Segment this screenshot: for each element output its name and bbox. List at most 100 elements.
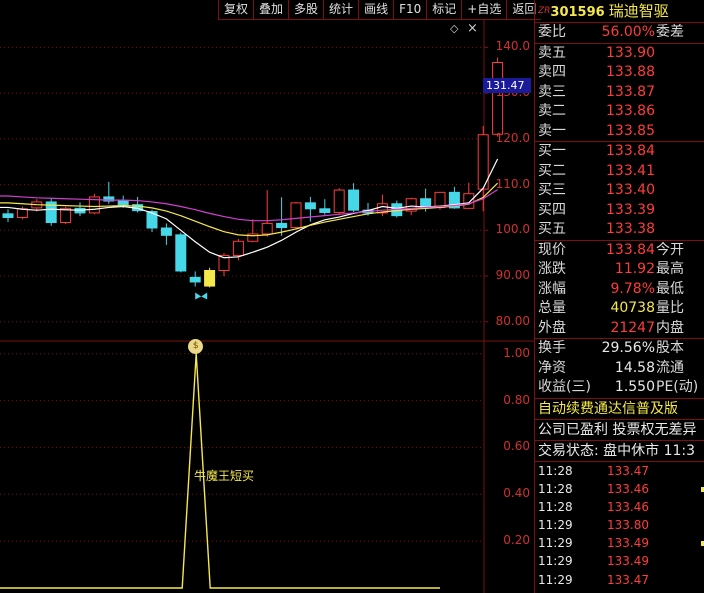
- quote-row: 外盘 21247 内盘: [535, 319, 704, 339]
- candle-body: [175, 234, 187, 272]
- tick-row: 11:29 133.80: [535, 516, 704, 534]
- candle-body: [290, 202, 302, 229]
- toolbar-button[interactable]: 统计: [323, 0, 359, 20]
- row-label: 卖二: [538, 103, 566, 119]
- row-value: 21247: [610, 319, 655, 336]
- row-label: 卖一: [538, 122, 566, 139]
- row-label: 卖四: [538, 64, 566, 80]
- row-label2: 内盘: [656, 319, 684, 336]
- toolbar-button[interactable]: 标记: [426, 0, 462, 20]
- tick-row: 11:29 133.49: [535, 534, 704, 552]
- quote-row: 涨跌 11.92 最高: [535, 260, 704, 280]
- indicator-tick-label: 0.80: [503, 392, 530, 407]
- row-value: 133.84: [606, 143, 655, 159]
- row-value: 133.41: [606, 162, 655, 179]
- candle-body: [117, 200, 129, 206]
- tick-time: 11:28: [538, 463, 573, 478]
- toolbar-button[interactable]: 多股: [288, 0, 324, 20]
- close-icon[interactable]: ×: [467, 21, 478, 36]
- tick-time: 11:29: [538, 518, 573, 533]
- tick-row: 11:29 133.49: [535, 552, 704, 570]
- candle-body: [16, 208, 28, 218]
- row-label: 总量: [538, 300, 566, 316]
- row-label2: 量比: [656, 300, 684, 316]
- quote-row: 涨幅 9.78% 最低: [535, 280, 704, 300]
- stock-header: ZR301596 瑞迪智驱: [535, 0, 704, 23]
- toolbar-button[interactable]: +自选: [461, 0, 507, 20]
- row-label: 买四: [538, 201, 566, 218]
- tick-list[interactable]: 11:28 133.47 11:28 133.46 11:28 133.46 11:29 13…: [535, 462, 704, 593]
- tick-time: 11:29: [538, 554, 573, 569]
- tick-row: 11:28 133.47: [535, 462, 704, 480]
- weibi-label: 委比: [538, 24, 566, 40]
- kline-chart[interactable]: [0, 0, 534, 593]
- quote-list: 现价 133.84 今开 涨跌 11.92 最高 涨幅 9.78% 最低 总量 40738 量比 外盘 2…: [535, 241, 704, 339]
- tick-time: 11:29: [538, 572, 573, 587]
- signal-label: 牛魔王短买: [194, 469, 255, 483]
- row-label: 卖五: [538, 44, 566, 61]
- tick-price: 133.46: [607, 589, 649, 593]
- row-label: 外盘: [538, 319, 566, 336]
- row-label: 买二: [538, 162, 566, 179]
- stock-code: 301596: [550, 5, 605, 20]
- candle-body: [2, 213, 14, 218]
- quote-row: 总量 40738 量比: [535, 299, 704, 319]
- row-value: 133.38: [606, 221, 655, 237]
- weicha-label: 委差: [656, 24, 684, 40]
- ask-row: 卖四 133.88: [535, 63, 704, 83]
- indicator-tick-label: 0.20: [503, 533, 530, 548]
- candle-body: [189, 276, 201, 283]
- price-tick-label: 90.00: [495, 268, 530, 282]
- last-price-tag: 131.47: [483, 78, 531, 93]
- tick-time: 11:29: [538, 536, 573, 551]
- money-bag-icon: $: [188, 338, 204, 354]
- row-label: 净资: [538, 359, 566, 376]
- tick-price: 133.49: [607, 554, 649, 569]
- tick-row: 11:28 133.46: [535, 480, 704, 498]
- price-tick-label: 100.0: [495, 222, 530, 237]
- row-label2: 最高: [656, 261, 684, 277]
- toolbar-button[interactable]: 叠加: [253, 0, 289, 20]
- bid-row: 买一 133.84: [535, 142, 704, 162]
- trade-status: 交易状态: 盘中休市 11:3: [535, 441, 704, 462]
- row-label2: 股本: [656, 340, 684, 356]
- candle-body: [204, 270, 216, 287]
- toolbar-button[interactable]: 复权: [218, 0, 254, 20]
- ask-row: 卖三 133.87: [535, 83, 704, 103]
- bid-row: 买三 133.40: [535, 181, 704, 201]
- ask-row: 卖五 133.90: [535, 44, 704, 64]
- news-item[interactable]: 自动续费通达信普及版: [535, 399, 704, 420]
- indicator-tick-label: 1.00: [503, 345, 530, 360]
- row-label2: 流通: [656, 359, 684, 376]
- row-value: 133.88: [606, 64, 655, 80]
- row-label: 涨幅: [538, 280, 566, 297]
- stats-list: 换手 29.56% 股本 净资 14.58 流通 收益(三) 1.550 PE(动): [535, 339, 704, 399]
- ask-list: 卖五 133.90 卖四 133.88 卖三 133.87 卖二 133.86 卖一 133.85: [535, 44, 704, 142]
- row-value: 133.87: [606, 83, 655, 100]
- row-label2: PE(动): [656, 379, 699, 395]
- row-label: 收益(三): [538, 379, 591, 395]
- row-value: 29.56%: [601, 340, 655, 356]
- quote-row: 现价 133.84 今开: [535, 241, 704, 261]
- row-value: 14.58: [614, 359, 655, 376]
- toolbar-button[interactable]: 画线: [358, 0, 394, 20]
- news-item[interactable]: 公司已盈利 投票权无差异: [535, 420, 704, 441]
- row-value: 133.90: [606, 44, 655, 61]
- tick-price: 133.46: [607, 481, 649, 496]
- tick-price: 133.46: [607, 499, 649, 514]
- candle-body: [463, 193, 475, 209]
- toolbar-button[interactable]: F10: [393, 0, 427, 20]
- row-value: 133.39: [606, 201, 655, 218]
- tick-row: 11:29 133.46: [535, 589, 704, 593]
- tick-time: 11:28: [538, 481, 573, 496]
- row-label: 买三: [538, 182, 566, 198]
- butterfly-icon: [195, 292, 208, 300]
- row-value: 133.85: [606, 122, 655, 139]
- price-tick-label: 110.0: [495, 176, 530, 191]
- row-label2: 今开: [656, 241, 684, 258]
- row-label: 涨跌: [538, 261, 566, 277]
- row-value: 133.86: [606, 103, 655, 119]
- row-label: 买五: [538, 221, 566, 237]
- stat-row: 换手 29.56% 股本: [535, 339, 704, 359]
- diamond-icon[interactable]: ◇: [450, 22, 458, 35]
